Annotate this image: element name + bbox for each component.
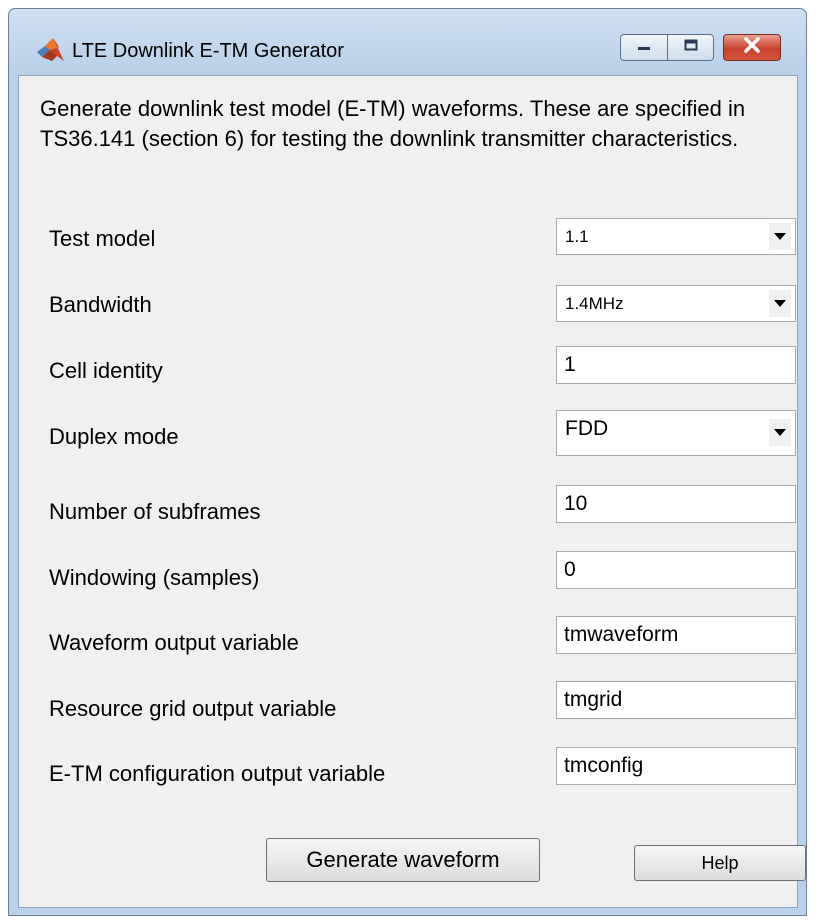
test-model-dropdown[interactable]: 1.1: [556, 218, 796, 255]
close-button[interactable]: [723, 34, 781, 61]
grid-variable-label: Resource grid output variable: [49, 696, 337, 721]
help-button[interactable]: Help: [634, 845, 806, 881]
duplex-mode-dropdown[interactable]: FDD: [556, 410, 796, 456]
num-subframes-label: Number of subframes: [49, 499, 261, 524]
generate-waveform-button[interactable]: Generate waveform: [266, 838, 540, 882]
chevron-down-icon[interactable]: [769, 290, 791, 317]
waveform-variable-label: Waveform output variable: [49, 630, 299, 655]
grid-variable-field[interactable]: [556, 681, 796, 719]
bandwidth-label: Bandwidth: [49, 292, 152, 317]
test-model-value: 1.1: [565, 227, 589, 246]
test-model-label: Test model: [49, 226, 156, 251]
num-subframes-field[interactable]: [556, 485, 796, 523]
description-text: Generate downlink test model (E-TM) wave…: [40, 96, 746, 151]
waveform-variable-input[interactable]: [557, 617, 795, 653]
bandwidth-dropdown[interactable]: 1.4MHz: [556, 285, 796, 322]
minimize-icon: [636, 39, 652, 57]
maximize-icon: [683, 38, 699, 57]
windowing-label: Windowing (samples): [49, 565, 260, 590]
close-icon: [743, 37, 761, 58]
waveform-variable-field[interactable]: [556, 616, 796, 654]
windowing-field[interactable]: [556, 551, 796, 589]
config-variable-field[interactable]: [556, 747, 796, 785]
title-bar[interactable]: LTE Downlink E-TM Generator: [9, 9, 806, 75]
minimize-button[interactable]: [620, 34, 668, 61]
chevron-down-icon[interactable]: [769, 223, 791, 250]
windowing-input[interactable]: [557, 552, 795, 588]
dialog-window: LTE Downlink E-TM Generator Generate dow…: [8, 8, 807, 916]
window-title: LTE Downlink E-TM Generator: [72, 40, 344, 62]
duplex-mode-value: FDD: [565, 417, 609, 440]
grid-variable-input[interactable]: [557, 682, 795, 718]
bandwidth-value: 1.4MHz: [565, 294, 624, 313]
cell-identity-field[interactable]: [556, 346, 796, 384]
config-variable-label: E-TM configuration output variable: [49, 761, 386, 786]
cell-identity-label: Cell identity: [49, 358, 163, 383]
matlab-logo-icon: [36, 37, 66, 63]
maximize-button[interactable]: [667, 34, 714, 61]
num-subframes-input[interactable]: [557, 486, 795, 522]
dialog-content: Generate downlink test model (E-TM) wave…: [18, 75, 806, 908]
cell-identity-input[interactable]: [557, 347, 795, 383]
chevron-down-icon[interactable]: [769, 419, 791, 446]
duplex-mode-label: Duplex mode: [49, 424, 179, 449]
config-variable-input[interactable]: [557, 748, 795, 784]
